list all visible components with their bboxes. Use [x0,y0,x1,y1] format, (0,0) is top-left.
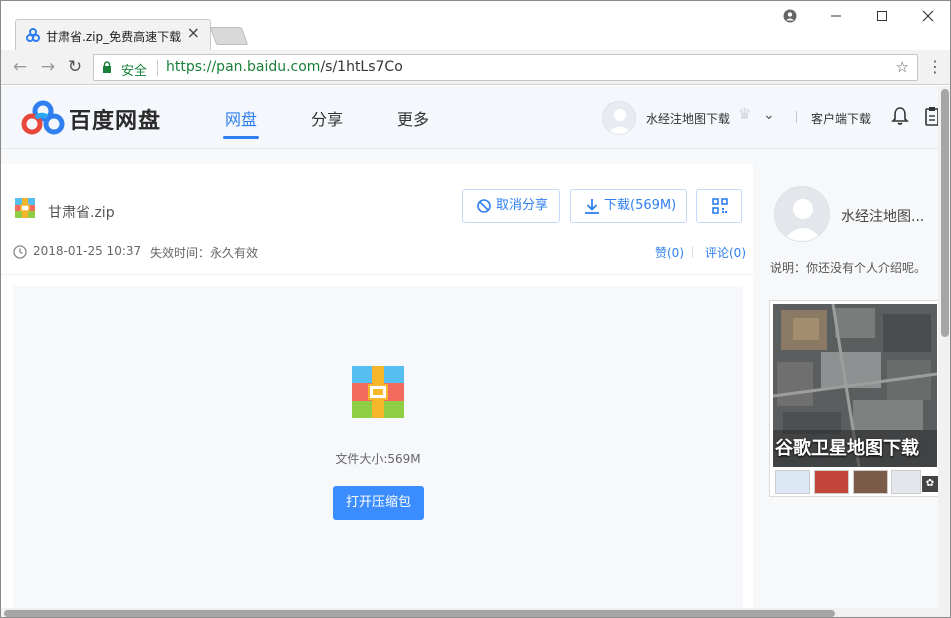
address-bar[interactable]: 安全 https://pan.baidu.com/s/1htLs7Co ☆ [93,54,918,81]
ad-thumbnail[interactable] [775,470,810,494]
zip-file-icon [15,198,35,218]
title-bar: 甘肃省.zip_免费高速下载 × [1,1,950,50]
ad-banner[interactable]: 谷歌卫星地图下载 ✿ [769,300,938,497]
file-preview-area: 文件大小:569M 打开压缩包 [13,286,743,608]
horizontal-scrollbar[interactable] [1,608,938,617]
zip-archive-icon [352,366,404,418]
vip-crown-icon: ♛ [738,105,752,123]
lock-icon [103,61,111,73]
secure-label: 安全 [121,64,148,79]
meta-divider [692,246,693,258]
header-avatar[interactable] [602,101,636,135]
sharer-username[interactable]: 水经注地图... [841,206,924,226]
reload-icon[interactable]: ↻ [64,56,86,78]
ad-thumbnail[interactable] [853,470,888,494]
page-content: 百度网盘 网盘 分享 更多 水经注地图下载 ♛ ⌄ 客户端下载 甘肃省.zip … [1,86,938,608]
site-header: 百度网盘 网盘 分享 更多 水经注地图下载 ♛ ⌄ 客户端下载 [1,86,938,149]
expire-time: 失效时间：永久有效 [150,246,259,260]
sharer-avatar[interactable] [774,186,830,242]
bell-icon[interactable] [891,106,909,126]
paw-icon[interactable]: ✿ [922,476,938,492]
share-date: 2018-01-25 10:37 [33,244,142,258]
open-archive-button[interactable]: 打开压缩包 [333,486,424,520]
maximize-icon[interactable] [859,1,905,31]
menu-icon[interactable]: ⋮ [927,55,943,79]
baidu-pan-logo-icon[interactable] [21,100,65,136]
chevron-down-icon[interactable]: ⌄ [763,107,775,123]
ad-title: 谷歌卫星地图下载 [775,438,919,459]
tab-title: 甘肃省.zip_免费高速下载 [46,30,182,44]
url-text[interactable]: https://pan.baidu.com/s/1htLs7Co [166,59,403,75]
qr-code-icon [712,198,728,214]
sharer-bio: 说明：你还没有个人介绍呢。 [770,261,927,275]
baidu-pan-favicon-icon [26,28,40,42]
browser-toolbar: ← → ↻ 安全 https://pan.baidu.com/s/1htLs7C… [1,50,950,85]
browser-window: 甘肃省.zip_免费高速下载 × ← → ↻ 安全 https://pan.ba [0,0,951,618]
logo-text[interactable]: 百度网盘 [69,103,161,135]
ad-thumbnail[interactable] [891,470,921,494]
nav-active-underline [223,136,259,139]
ad-thumbnails: ✿ [773,470,938,494]
star-icon[interactable]: ☆ [896,58,909,76]
qr-code-button[interactable] [696,189,742,223]
nav-tab-netdisk[interactable]: 网盘 [225,106,257,130]
file-name: 甘肃省.zip [48,205,115,221]
divider [1,274,753,275]
header-username[interactable]: 水经注地图下载 [646,110,730,127]
cancel-share-label: 取消分享 [496,198,549,213]
vertical-scroll-thumb[interactable] [941,89,949,337]
sidebar: 水经注地图... 说明：你还没有个人介绍呢。 谷歌卫星地图下载 ✿ [754,164,938,608]
tab-close-icon[interactable]: × [187,25,200,41]
omnibox-divider [157,60,158,76]
new-tab-button[interactable] [209,27,249,45]
profile-icon[interactable] [767,1,813,31]
clock-icon [13,245,27,259]
client-download-link[interactable]: 客户端下载 [811,110,871,127]
comment-link[interactable]: 评论(0) [705,244,746,261]
nav-tab-share[interactable]: 分享 [311,106,343,130]
download-button[interactable]: 下载(569M) [570,189,687,223]
download-label: 下载(569M) [604,198,677,213]
file-share-panel: 甘肃省.zip 取消分享 下载(569M) 2018-01-25 10:37 失… [1,164,753,608]
download-icon [585,199,599,214]
forward-icon[interactable]: → [37,56,59,78]
browser-tab[interactable]: 甘肃省.zip_免费高速下载 × [15,19,211,50]
nav-tab-more[interactable]: 更多 [397,106,429,130]
vertical-scrollbar[interactable] [938,86,950,617]
like-link[interactable]: 赞(0) [655,244,684,261]
clipboard-icon[interactable] [925,106,938,126]
minimize-icon[interactable] [813,1,859,31]
ad-thumbnail[interactable] [814,470,849,494]
horizontal-scroll-thumb[interactable] [4,610,835,617]
close-icon[interactable] [905,1,950,31]
url-scheme-host: https://pan.baidu.com [166,59,321,75]
back-icon[interactable]: ← [9,56,31,78]
cancel-share-button[interactable]: 取消分享 [462,189,560,223]
file-size-text: 文件大小:569M [335,452,421,466]
header-divider [796,111,797,123]
cancel-circle-icon [477,199,491,213]
url-path: /s/1htLs7Co [320,59,403,75]
